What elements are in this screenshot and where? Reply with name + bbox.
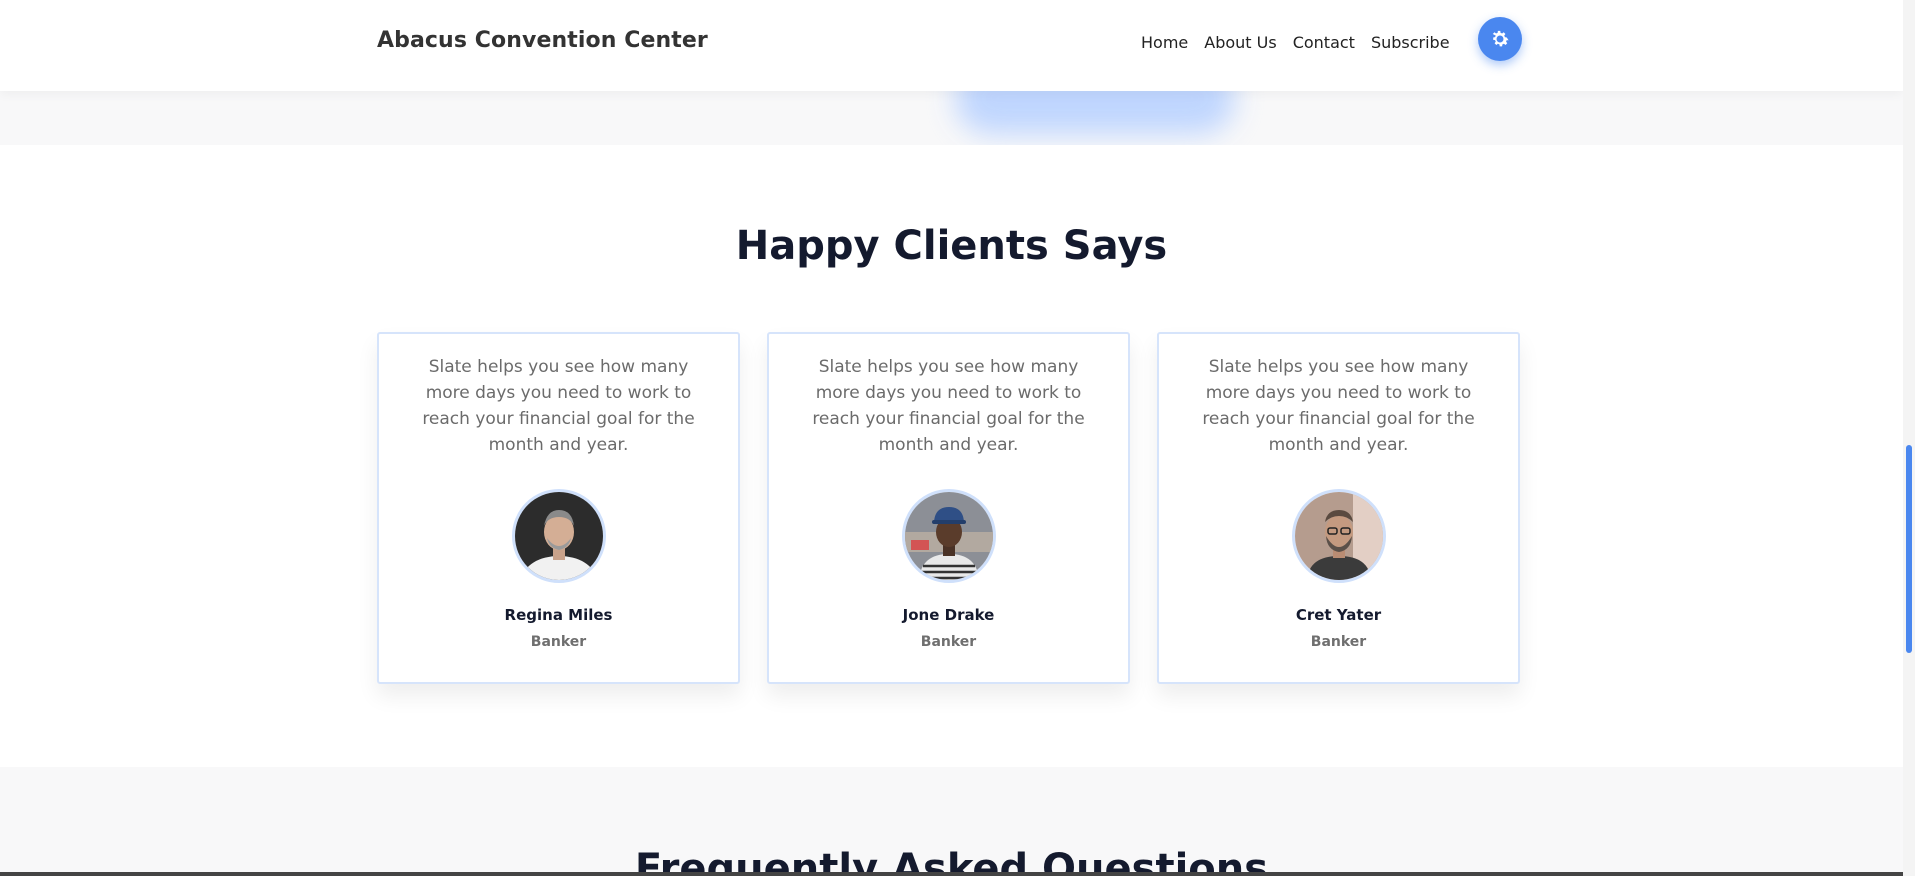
- testimonials-title: Happy Clients Says: [735, 223, 1168, 269]
- avatar: [511, 489, 606, 583]
- page-scrollbar[interactable]: [1903, 0, 1915, 876]
- gear-icon: [1492, 30, 1509, 47]
- testimonials-section: Happy Clients Says Slate helps you see h…: [0, 145, 1903, 767]
- avatar-photo: [904, 492, 993, 580]
- brand-logo-text[interactable]: Abacus Convention Center: [377, 28, 708, 53]
- theme-toggle-button[interactable]: [1478, 17, 1522, 61]
- testimonial-card: Slate helps you see how many more days y…: [377, 332, 740, 684]
- nav-contact[interactable]: Contact: [1293, 33, 1355, 52]
- main-nav: Home About Us Contact Subscribe: [1141, 33, 1450, 52]
- avatar: [1291, 489, 1386, 583]
- testimonial-quote: Slate helps you see how many more days y…: [422, 357, 695, 455]
- avatar-photo: [514, 492, 603, 580]
- nav-home[interactable]: Home: [1141, 33, 1188, 52]
- client-name: Regina Miles: [504, 606, 613, 624]
- client-name: Cret Yater: [1295, 606, 1382, 624]
- site-header: Abacus Convention Center Home About Us C…: [0, 0, 1903, 91]
- faq-section: Frequently Asked Questions: [0, 767, 1903, 876]
- client-role: Banker: [920, 634, 977, 650]
- client-role: Banker: [530, 634, 587, 650]
- nav-about-us[interactable]: About Us: [1204, 33, 1276, 52]
- nav-subscribe[interactable]: Subscribe: [1371, 33, 1450, 52]
- testimonial-card: Slate helps you see how many more days y…: [1157, 332, 1520, 684]
- avatar: [901, 489, 996, 583]
- client-role: Banker: [1310, 634, 1367, 650]
- testimonial-quote: Slate helps you see how many more days y…: [1202, 357, 1475, 455]
- bottom-edge-strip: [0, 872, 1915, 876]
- avatar-photo: [1294, 492, 1383, 580]
- testimonial-card: Slate helps you see how many more days y…: [767, 332, 1130, 684]
- testimonial-quote: Slate helps you see how many more days y…: [812, 357, 1085, 455]
- client-name: Jone Drake: [902, 606, 995, 624]
- page: Abacus Convention Center Home About Us C…: [0, 0, 1915, 876]
- scrollbar-thumb[interactable]: [1906, 445, 1912, 653]
